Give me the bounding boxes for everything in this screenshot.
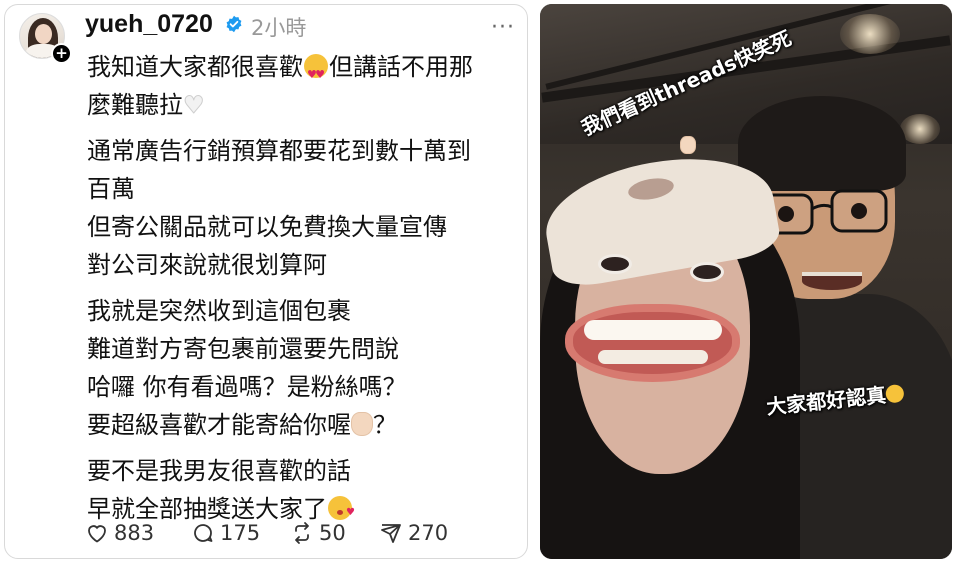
username[interactable]: yueh_0720 [85,10,213,39]
like-count: 883 [114,521,155,545]
post-paragraph: 我知道大家都很喜歡但講話不用那 麼難聽拉♥ [87,48,527,124]
post-line: 我知道大家都很喜歡但講話不用那 [87,48,527,94]
smiling-face-heart-eyes-icon [884,383,905,404]
threads-post-card: + yueh_0720 2小時 ··· 我知道大家都很喜歡但講話不用那 麼難聽拉… [4,4,528,559]
like-button[interactable]: 883 [85,521,154,545]
verified-badge-icon [226,15,242,33]
send-icon [381,524,401,543]
post-photo[interactable]: 我們看到threads快笑死 大家都好認真 [540,4,952,559]
post-line: 要不是我男友很喜歡的話 [87,457,351,485]
post-paragraph: 我就是突然收到這個包裹 難道對方寄包裹前還要先問說 哈囉 你有看過嗎？是粉絲嗎？… [87,292,527,444]
post-line: 對公司來說就很划算阿 [87,251,327,279]
share-button[interactable]: 270 [379,521,448,545]
ok-hand-icon [351,412,373,436]
post-paragraph: 通常廣告行銷預算都要花到數十萬到 百萬 但寄公關品就可以免費換大量宣傳 對公司來… [87,132,527,284]
share-count: 270 [408,521,449,545]
comment-bubble-icon [194,524,213,542]
post-paragraph: 要不是我男友很喜歡的話 早就全部抽獎送大家了 [87,452,527,532]
smiling-face-heart-eyes-icon [304,54,328,94]
post-line: 我就是突然收到這個包裹 [87,297,351,325]
post-line: 但寄公關品就可以免費換大量宣傳 [87,213,447,241]
heart-icon [88,525,106,543]
post-actions-bar: 883 175 50 270 [85,521,505,555]
post-line: 要超級喜歡才能寄給你喔？ [87,411,397,439]
post-line: 哈囉 你有看過嗎？是粉絲嗎？ [87,373,407,401]
post-body: 我知道大家都很喜歡但講話不用那 麼難聽拉♥ 通常廣告行銷預算都要花到數十萬到 百… [87,48,527,536]
post-line: 難道對方寄包裹前還要先問說 [87,335,399,363]
post-timestamp: 2小時 [251,16,307,40]
post-line: 通常廣告行銷預算都要花到數十萬到 [87,137,471,165]
white-heart-icon: ♥ [183,91,205,120]
repost-button[interactable]: 50 [290,521,346,545]
post-line: 百萬 [87,175,135,203]
follow-plus-button[interactable]: + [51,43,72,64]
face-blowing-kiss-icon [328,494,355,532]
repost-count: 50 [319,521,346,545]
more-options-button[interactable]: ··· [491,15,515,40]
repost-icon [295,522,309,544]
ok-hand-sticker-icon [680,136,696,154]
reply-count: 175 [220,521,261,545]
reply-button[interactable]: 175 [191,521,260,545]
screenshot-composite: + yueh_0720 2小時 ··· 我知道大家都很喜歡但講話不用那 麼難聽拉… [0,0,958,563]
